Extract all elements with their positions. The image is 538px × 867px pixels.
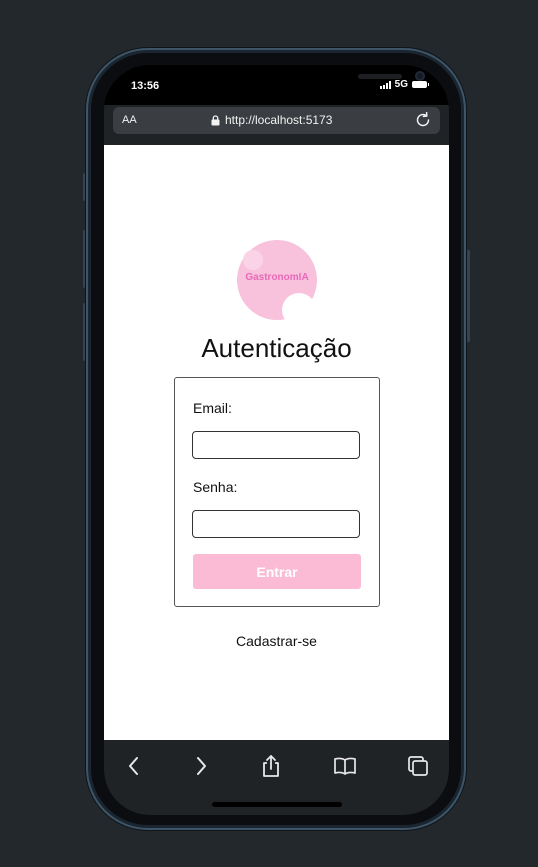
- browser-toolbar: [104, 740, 449, 815]
- forward-icon: [197, 757, 206, 775]
- signal-icon: [379, 80, 391, 89]
- status-time: 13:56: [131, 80, 160, 92]
- bookmarks-icon: [334, 757, 356, 775]
- page-title: Autenticação: [201, 333, 352, 363]
- bookmarks-button[interactable]: [332, 753, 358, 779]
- email-field[interactable]: [192, 431, 360, 459]
- status-bar: 13:56 5G: [104, 65, 449, 105]
- battery-icon: [412, 81, 429, 88]
- network-label: 5G: [394, 79, 408, 90]
- password-label: Senha:: [193, 479, 238, 495]
- power-button: [466, 250, 470, 342]
- url-text: http://localhost:5173: [225, 113, 333, 127]
- tabs-button[interactable]: [405, 753, 431, 779]
- email-label: Email:: [193, 400, 232, 416]
- phone-screen: 13:56 5G AA http://localhost:5173 Gastro…: [104, 65, 449, 815]
- login-form: Email: Senha: Entrar: [174, 377, 380, 607]
- tabs-icon: [408, 756, 428, 776]
- web-page: GastronomIA Autenticação Email: Senha: E…: [104, 145, 449, 740]
- address-bar[interactable]: AA http://localhost:5173: [113, 107, 440, 134]
- logo-text: GastronomIA: [245, 272, 309, 283]
- back-button[interactable]: [121, 753, 147, 779]
- register-link[interactable]: Cadastrar-se: [104, 633, 449, 649]
- stage: 13:56 5G AA http://localhost:5173 Gastro…: [0, 0, 538, 867]
- notch: [208, 65, 425, 95]
- reader-options-button[interactable]: AA: [122, 114, 137, 126]
- reload-icon[interactable]: [413, 110, 433, 130]
- home-indicator[interactable]: [212, 802, 342, 807]
- gastronomia-logo: GastronomIA: [237, 240, 317, 327]
- password-field[interactable]: [192, 510, 360, 538]
- status-indicators: 5G: [379, 79, 429, 90]
- share-button[interactable]: [258, 753, 284, 779]
- lock-icon: [211, 114, 220, 125]
- login-button[interactable]: Entrar: [193, 554, 361, 589]
- forward-button[interactable]: [188, 753, 214, 779]
- back-icon: [129, 757, 138, 775]
- browser-address-area: AA http://localhost:5173: [104, 105, 449, 145]
- url-display[interactable]: http://localhost:5173: [211, 113, 332, 127]
- share-icon: [263, 755, 279, 777]
